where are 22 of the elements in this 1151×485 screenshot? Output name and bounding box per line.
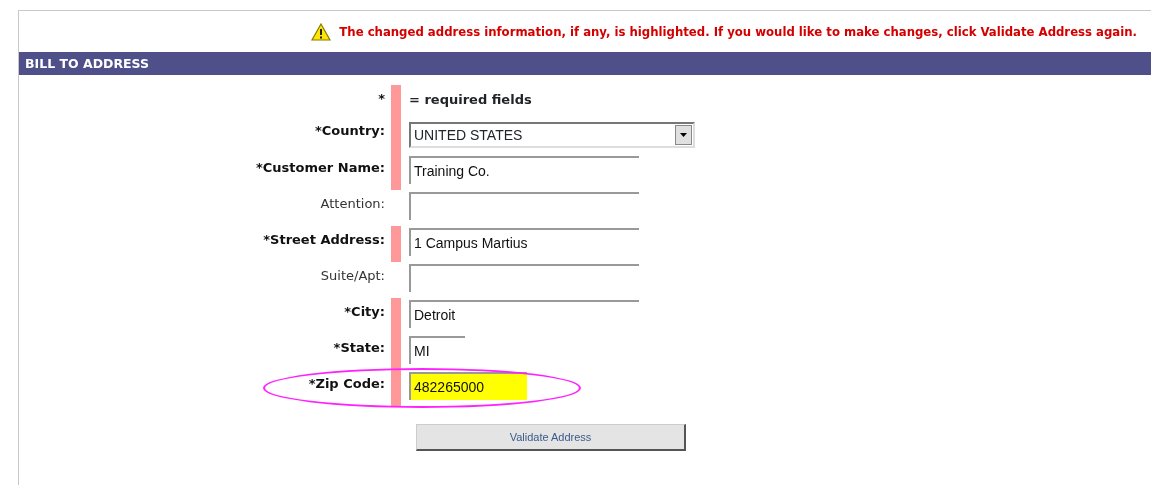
country-dropdown[interactable]: UNITED STATES <box>409 122 695 148</box>
validate-address-button[interactable]: Validate Address <box>416 424 686 451</box>
field-label: Suite/Apt: <box>319 267 386 285</box>
warning-message: The changed address information, if any, is highlighted. If you would like to make changes, click Validate Address again. <box>339 22 1137 41</box>
warning-icon <box>311 22 332 41</box>
input-field[interactable]: Training Co. <box>409 156 639 184</box>
field-label: *Country: <box>313 122 386 140</box>
input-field[interactable]: 1 Campus Martius <box>409 228 639 256</box>
input-field[interactable]: 482265000 <box>409 372 527 400</box>
field-label: *State: <box>332 339 386 357</box>
required-legend: = required fields <box>409 88 532 107</box>
field-label: *Customer Name: <box>255 159 386 177</box>
field-label: *City: <box>343 303 386 321</box>
dropdown-arrow-icon <box>680 133 687 137</box>
section-header: BILL TO ADDRESS <box>19 52 1151 75</box>
input-field[interactable]: MI <box>409 336 465 364</box>
field-label: *Zip Code: <box>307 375 386 393</box>
required-marker <box>391 85 401 117</box>
input-field[interactable]: Detroit <box>409 300 639 328</box>
field-label: *Street Address: <box>262 231 386 249</box>
required-mark: * <box>377 90 386 108</box>
field-label: Attention: <box>319 195 386 213</box>
